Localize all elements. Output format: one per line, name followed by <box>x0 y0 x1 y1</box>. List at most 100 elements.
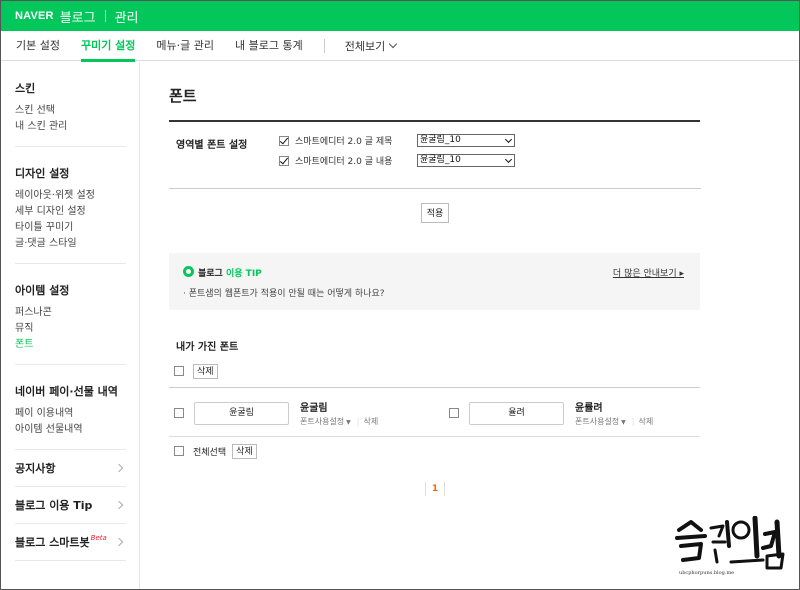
body-font-checkbox[interactable] <box>279 155 289 166</box>
title-font-checkbox[interactable] <box>279 135 289 146</box>
font-item-yullyeo: 율려 윤률려 폰트사용설정 ▼ | 삭제 <box>449 399 653 427</box>
tab-basic-settings[interactable]: 기본 설정 <box>16 31 60 61</box>
font-preview: 윤굴림 <box>194 401 289 425</box>
font-item-checkbox[interactable] <box>449 408 459 418</box>
apply-button[interactable]: 적용 <box>420 203 450 223</box>
apply-area: 적용 <box>169 189 701 253</box>
chevron-right-icon <box>114 537 124 547</box>
font-setting-row-title: 스마트에디터 2.0 글 제목 윤굴림_10 <box>279 134 515 147</box>
sidebar-item-skin-select[interactable]: 스킨 선택 <box>15 103 126 119</box>
font-actions: 폰트사용설정 ▼ | 삭제 <box>575 416 653 427</box>
delete-bottom-button[interactable]: 삭제 <box>232 443 257 459</box>
action-divider: | <box>356 417 360 426</box>
chevron-down-icon <box>388 39 398 49</box>
tip-text-link[interactable]: · 폰트샘의 웹폰트가 적용이 안될 때는 어떻게 하나요? <box>183 286 385 299</box>
window: NAVER 블로그 관리 기본 설정 꾸미기 설정 메뉴·글 관리 내 블로그 … <box>0 0 800 590</box>
body-font-label: 스마트에디터 2.0 글 내용 <box>295 157 393 167</box>
sidebar-link-smartbot[interactable]: 블로그 스마트봇Beta <box>15 524 126 561</box>
nav-divider <box>323 38 325 53</box>
tip-title-blog: 블로그 <box>198 269 223 279</box>
topbar-divider <box>104 10 106 22</box>
page-number-current[interactable]: 1 <box>424 482 446 496</box>
sidebar-item-personacon[interactable]: 퍼스나콘 <box>15 305 126 321</box>
tip-more-label: 더 많은 안내보기 <box>612 269 677 279</box>
caret-down-icon: ▼ <box>621 419 626 426</box>
title-font-select[interactable]: 윤굴림_10 <box>417 134 515 147</box>
tip-title-tip: 이용 TIP <box>225 269 262 279</box>
naver-logo[interactable]: NAVER <box>15 10 54 22</box>
sidebar-item-pay-history[interactable]: 페이 이용내역 <box>15 406 126 422</box>
sidebar-group-title: 네이버 페이·선물 내역 <box>15 385 118 398</box>
sidebar-group-title: 아이템 설정 <box>15 284 70 297</box>
sidebar-item-font[interactable]: 폰트 <box>15 337 126 353</box>
font-actions: 폰트사용설정 ▼ | 삭제 <box>300 416 378 427</box>
sidebar-link-label-wrap: 블로그 스마트봇Beta <box>15 534 107 550</box>
font-name: 윤률려 <box>575 403 603 414</box>
body-font-value: 윤굴림_10 <box>420 155 461 165</box>
tab-decoration-settings[interactable]: 꾸미기 설정 <box>80 31 136 62</box>
font-settings-section: 영역별 폰트 설정 스마트에디터 2.0 글 제목 윤굴림_10 스마트에디터 … <box>169 122 701 189</box>
my-fonts-toolbar: 삭제 <box>174 362 701 380</box>
top-bar: NAVER 블로그 관리 <box>1 1 799 31</box>
font-info: 윤률려 폰트사용설정 ▼ | 삭제 <box>575 399 653 427</box>
chevron-right-icon <box>114 500 124 510</box>
font-delete-link[interactable]: 삭제 <box>364 417 379 426</box>
font-list: 윤굴림 윤굴림 폰트사용설정 ▼ | 삭제 율려 윤률려 폰트사용설정 ▼ | 삭제 <box>169 387 700 437</box>
sidebar-link-notice[interactable]: 공지사항 <box>15 450 126 487</box>
blog-logo[interactable]: 블로그 <box>60 7 96 26</box>
sidebar-link-label: 블로그 스마트봇 <box>15 536 90 549</box>
sidebar-link-tip[interactable]: 블로그 이용 Tip <box>15 487 126 524</box>
select-all-checkbox[interactable] <box>174 446 184 456</box>
tip-title: 블로그 이용 TIP <box>198 266 262 279</box>
action-divider: | <box>631 417 635 426</box>
pagination: 1 <box>169 482 701 496</box>
sidebar: 스킨 스킨 선택 내 스킨 관리 디자인 설정 레이아웃·위젯 설정 세부 디자… <box>1 62 140 589</box>
manage-title[interactable]: 관리 <box>115 7 139 26</box>
font-setting-row-body: 스마트에디터 2.0 글 내용 윤굴림_10 <box>279 154 515 167</box>
tip-more-link[interactable]: 더 많은 안내보기 ▸ <box>613 266 684 279</box>
sidebar-item-post-style[interactable]: 글·댓글 스타일 <box>15 236 126 252</box>
sidebar-item-music[interactable]: 뮤직 <box>15 321 126 337</box>
font-usage-setting-link[interactable]: 폰트사용설정 <box>300 417 344 426</box>
view-all-label: 전체보기 <box>344 39 386 53</box>
font-usage-setting-link[interactable]: 폰트사용설정 <box>575 417 619 426</box>
select-all-label: 전체선택 <box>193 447 227 458</box>
my-fonts-title: 내가 가진 폰트 <box>176 342 239 353</box>
sidebar-item-detail-design[interactable]: 세부 디자인 설정 <box>15 204 126 220</box>
font-name: 윤굴림 <box>300 403 328 414</box>
view-all-dropdown[interactable]: 전체보기 <box>344 38 398 54</box>
font-item-yungulim: 윤굴림 윤굴림 폰트사용설정 ▼ | 삭제 <box>174 399 378 427</box>
beta-badge: Beta <box>90 534 107 542</box>
watermark-url: ubcphorpuns.blog.me <box>679 570 735 576</box>
tab-menu-post-management[interactable]: 메뉴·글 관리 <box>156 31 214 61</box>
font-info: 윤굴림 폰트사용설정 ▼ | 삭제 <box>300 399 378 427</box>
sidebar-item-title-decor[interactable]: 타이틀 꾸미기 <box>15 220 126 236</box>
sidebar-group-title: 스킨 <box>15 82 36 95</box>
main-nav: 기본 설정 꾸미기 설정 메뉴·글 관리 내 블로그 통계 전체보기 <box>1 31 799 62</box>
sidebar-item-my-skins[interactable]: 내 스킨 관리 <box>15 119 126 135</box>
sidebar-item-gift-history[interactable]: 아이템 선물내역 <box>15 422 126 438</box>
font-preview: 율려 <box>469 401 564 425</box>
tab-blog-stats[interactable]: 내 블로그 통계 <box>235 31 303 61</box>
select-all-row: 전체선택 삭제 <box>174 443 701 459</box>
caret-down-icon: ▼ <box>346 419 351 426</box>
watermark-logo: ubcphorpuns.blog.me <box>671 515 786 581</box>
sidebar-group-title: 디자인 설정 <box>15 167 70 180</box>
body-font-select[interactable]: 윤굴림_10 <box>417 154 515 167</box>
title-font-value: 윤굴림_10 <box>420 135 461 145</box>
chevron-down-icon <box>504 155 513 164</box>
select-all-top-checkbox[interactable] <box>174 366 184 376</box>
main-content: 폰트 영역별 폰트 설정 스마트에디터 2.0 글 제목 윤굴림_10 스마트에… <box>169 62 701 496</box>
sidebar-group-items: 아이템 설정 퍼스나콘 뮤직 폰트 <box>15 264 126 365</box>
font-delete-link[interactable]: 삭제 <box>639 417 654 426</box>
sidebar-link-label: 블로그 이용 Tip <box>15 499 93 512</box>
chevron-down-icon <box>504 135 513 144</box>
sidebar-group-design: 디자인 설정 레이아웃·위젯 설정 세부 디자인 설정 타이틀 꾸미기 글·댓글… <box>15 147 126 264</box>
page-title: 폰트 <box>169 85 700 122</box>
delete-top-button[interactable]: 삭제 <box>193 363 218 379</box>
calligraphy-logo-icon <box>675 515 785 570</box>
tip-box: 블로그 이용 TIP 더 많은 안내보기 ▸ · 폰트샘의 웹폰트가 적용이 안… <box>169 253 700 310</box>
font-item-checkbox[interactable] <box>174 408 184 418</box>
sidebar-item-layout-widget[interactable]: 레이아웃·위젯 설정 <box>15 188 126 204</box>
chevron-right-icon <box>114 463 124 473</box>
